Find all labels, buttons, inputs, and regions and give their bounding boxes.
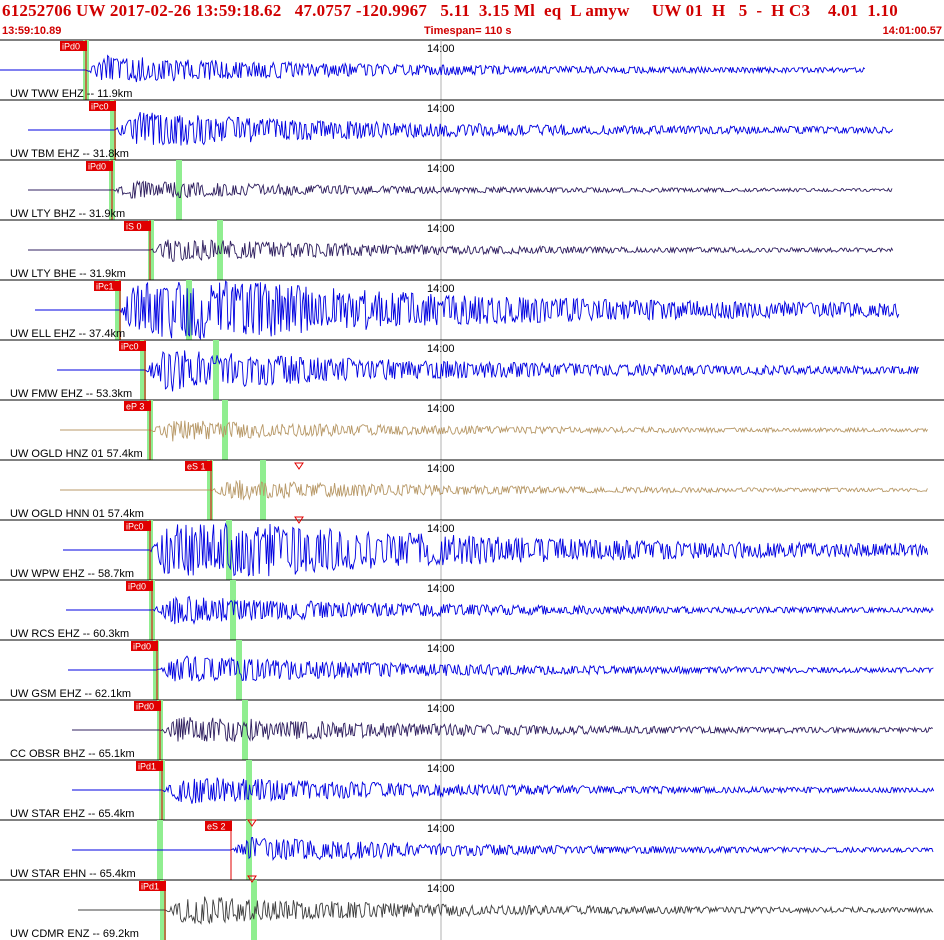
pick-label: eS 1	[187, 462, 206, 472]
channel-row[interactable]: 14:00 iPd0 UW GSM EHZ -- 62.1km	[0, 639, 944, 700]
pick-label: iS 0	[126, 222, 142, 232]
time-tick-label: 14:00	[427, 223, 455, 235]
channel-row[interactable]: 14:00 eS 2 UW STAR EHN -- 65.4km	[0, 819, 944, 880]
waveform-trace	[72, 836, 934, 862]
channel-row[interactable]: 14:00 iPd0 CC OBSR BHZ -- 65.1km	[0, 699, 944, 760]
channel-row[interactable]: 14:00 iS 0 UW LTY BHE -- 31.9km	[0, 219, 944, 280]
waveform-trace	[28, 111, 894, 146]
channel-label: UW STAR EHZ -- 65.4km	[10, 808, 134, 820]
seismogram-panel[interactable]: 14:00 iPd0 UW TWW EHZ -- 11.9km 14:00 iPc0 UW…	[0, 0, 944, 940]
channel-label: UW GSM EHZ -- 62.1km	[10, 688, 131, 700]
channel-label: UW LTY BHE -- 31.9km	[10, 268, 126, 280]
channel-row[interactable]: 14:00 iPd0 UW LTY BHZ -- 31.9km	[0, 159, 944, 220]
time-tick-label: 14:00	[427, 703, 455, 715]
waveform-trace	[66, 595, 934, 625]
channel-row[interactable]: 14:00 iPd1 UW CDMR ENZ -- 69.2km	[0, 879, 944, 940]
time-tick-label: 14:00	[427, 823, 455, 835]
pick-label: iPd1	[141, 882, 159, 892]
pick-label: iPd1	[138, 762, 156, 772]
pick-label: eP 3	[126, 402, 144, 412]
waveform-trace	[63, 522, 929, 577]
channel-label: UW OGLD HNZ 01 57.4km	[10, 448, 143, 460]
waveform-trace	[78, 896, 934, 925]
pick-label: iPc1	[96, 282, 114, 292]
time-tick-label: 14:00	[427, 403, 455, 415]
waveform-trace	[28, 179, 893, 199]
pick-label: iPc0	[121, 342, 139, 352]
waveform-trace	[72, 717, 934, 742]
channel-row[interactable]: 14:00 iPc0 UW FMW EHZ -- 53.3km	[0, 339, 944, 400]
channel-label: UW STAR EHN -- 65.4km	[10, 868, 136, 880]
waveform-trace	[57, 350, 920, 392]
pick-label: iPc0	[91, 102, 109, 112]
waveform-trace	[60, 479, 928, 501]
channel-row[interactable]: 14:00 eP 3 UW OGLD HNZ 01 57.4km	[0, 399, 944, 460]
time-tick-label: 14:00	[427, 43, 455, 55]
time-tick-label: 14:00	[427, 583, 455, 595]
channel-label: UW TWW EHZ -- 11.9km	[10, 88, 132, 100]
time-tick-label: 14:00	[427, 283, 455, 295]
pick-label: iPc0	[126, 522, 144, 532]
channel-label: UW CDMR ENZ -- 69.2km	[10, 928, 139, 940]
channel-label: UW WPW EHZ -- 58.7km	[10, 568, 134, 580]
pick-label: eS 2	[207, 822, 226, 832]
pick-label: iPd0	[128, 582, 146, 592]
channel-label: UW RCS EHZ -- 60.3km	[10, 628, 129, 640]
pick-label: iPd0	[88, 162, 106, 172]
time-tick-label: 14:00	[427, 103, 455, 115]
pick-label: iPd0	[62, 42, 80, 52]
channel-row[interactable]: 14:00 iPc0 UW TBM EHZ -- 31.8km	[0, 99, 944, 160]
waveform-trace	[0, 54, 866, 83]
time-tick-label: 14:00	[427, 343, 455, 355]
time-tick-label: 14:00	[427, 883, 455, 895]
channel-label: UW OGLD HNN 01 57.4km	[10, 508, 144, 520]
channel-row[interactable]: 14:00 iPd0 UW RCS EHZ -- 60.3km	[0, 579, 944, 640]
pick-label: iPd0	[136, 702, 154, 712]
pick-label: iPd0	[133, 642, 151, 652]
waveform-trace	[60, 420, 928, 442]
channel-row[interactable]: 14:00 iPc0 UW WPW EHZ -- 58.7km	[0, 519, 944, 580]
waveform-trace	[72, 777, 935, 804]
channel-row[interactable]: 14:00 iPc1 UW ELL EHZ -- 37.4km	[0, 279, 944, 341]
time-tick-label: 14:00	[427, 643, 455, 655]
channel-label: CC OBSR BHZ -- 65.1km	[10, 748, 135, 760]
time-tick-label: 14:00	[427, 523, 455, 535]
waveform-trace	[28, 239, 894, 263]
pick-band	[246, 820, 252, 880]
channel-label: UW TBM EHZ -- 31.8km	[10, 148, 129, 160]
waveform-trace	[35, 280, 900, 341]
time-tick-label: 14:00	[427, 163, 455, 175]
waveform-trace	[68, 655, 934, 682]
channel-label: UW LTY BHZ -- 31.9km	[10, 208, 125, 220]
channel-label: UW ELL EHZ -- 37.4km	[10, 328, 125, 340]
channel-label: UW FMW EHZ -- 53.3km	[10, 388, 132, 400]
channel-row[interactable]: 14:00 eS 1 UW OGLD HNN 01 57.4km	[0, 459, 944, 520]
time-tick-label: 14:00	[427, 763, 455, 775]
channel-row[interactable]: 14:00 iPd1 UW STAR EHZ -- 65.4km	[0, 759, 944, 820]
time-tick-label: 14:00	[427, 463, 455, 475]
arrival-marker-icon	[294, 462, 304, 470]
pick-band	[213, 340, 219, 400]
channel-row[interactable]: 14:00 iPd0 UW TWW EHZ -- 11.9km	[0, 39, 944, 100]
